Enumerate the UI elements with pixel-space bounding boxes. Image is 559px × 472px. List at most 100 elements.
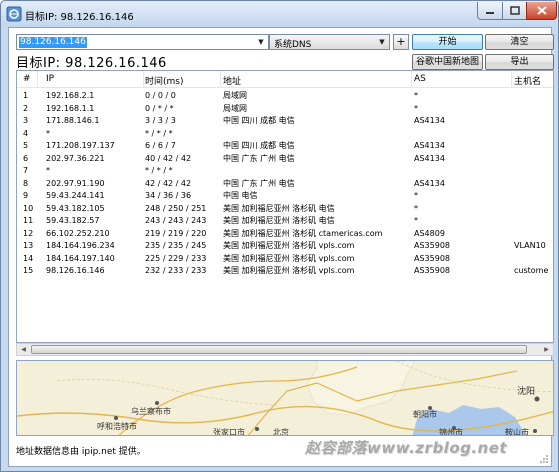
- cell-location: 中国 广东 广州 电信: [223, 153, 295, 163]
- chevron-down-icon[interactable]: ▼: [255, 36, 267, 48]
- cell-location: 中国 电信: [223, 191, 258, 200]
- table-row[interactable]: 4 * * / * / *: [17, 127, 553, 140]
- table-row[interactable]: 6 202.97.36.221 40 / 42 / 42 中国 广东 广州 电信 AS4…: [17, 152, 553, 165]
- table-row[interactable]: 14 184.164.197.140 225 / 229 / 233 美国 加利福尼亚…: [17, 252, 553, 265]
- scrollbar-thumb[interactable]: [31, 345, 527, 354]
- add-dns-button[interactable]: +: [393, 34, 409, 50]
- table-row[interactable]: 10 59.43.182.105 248 / 250 / 251 美国 加利福尼亚州 …: [17, 202, 553, 215]
- table-row[interactable]: 2 192.168.1.1 0 / * / * 局域网 *: [17, 102, 553, 115]
- cell-location: 美国 加利福尼亚州 洛杉矶 vpls.com: [223, 266, 355, 275]
- dns-select[interactable]: 系统DNS ▼: [269, 34, 390, 50]
- map-panel[interactable]: 乌兰察布市 呼和浩特市 张家口市 北京 朝阳市 锦州市 鞍山市 沈阳: [16, 360, 554, 436]
- table-header: # IP 时间(ms) 地址 AS 主机名: [17, 71, 553, 88]
- cell-num: 8: [23, 178, 29, 188]
- dns-select-value: 系统DNS: [274, 40, 312, 50]
- cell-as: AS4134: [414, 153, 445, 163]
- cell-as: AS4809: [414, 228, 445, 238]
- watermark: 赵容部落www.zrblog.net: [305, 439, 508, 457]
- close-button[interactable]: [526, 2, 557, 20]
- cell-host: VLAN10: [514, 241, 546, 250]
- table-row[interactable]: 7 * * / * / *: [17, 164, 553, 177]
- close-icon: [536, 6, 547, 15]
- cell-num: 13: [23, 241, 34, 250]
- resize-grip-icon[interactable]: [539, 454, 549, 464]
- cell-time: 3 / 3 / 3: [145, 116, 176, 125]
- table-row[interactable]: 13 184.164.196.234 235 / 235 / 245 美国 加利福尼亚…: [17, 239, 553, 252]
- cell-location: 局域网: [223, 91, 247, 100]
- column-divider[interactable]: [143, 71, 144, 88]
- cell-as: *: [414, 216, 418, 225]
- cell-ip: 184.164.196.234: [46, 241, 115, 250]
- map-city-label: 北京: [273, 427, 289, 436]
- cell-time: * / * / *: [145, 166, 173, 175]
- maximize-button[interactable]: [502, 2, 527, 20]
- table-row[interactable]: 8 202.97.91.190 42 / 42 / 42 中国 广东 广州 电信 AS4…: [17, 177, 553, 190]
- cell-as: *: [414, 91, 418, 100]
- map-city-label: 张家口市: [213, 427, 245, 436]
- target-input-value[interactable]: 98.126.16.146: [19, 37, 87, 48]
- cell-time: 243 / 243 / 243: [145, 216, 207, 225]
- clear-button[interactable]: 清空: [485, 34, 554, 50]
- table-body: 1 192.168.2.1 0 / 0 / 0 局域网 * 2 192.168.1.1 0 /…: [17, 89, 553, 277]
- target-input[interactable]: 98.126.16.146 ▼: [16, 34, 269, 50]
- column-divider[interactable]: [220, 71, 221, 88]
- minimize-button[interactable]: [477, 2, 503, 20]
- cell-time: 219 / 219 / 220: [145, 228, 207, 238]
- table-row[interactable]: 5 171.208.197.137 6 / 6 / 7 中国 四川 成都 电信 AS41…: [17, 139, 553, 152]
- table-row[interactable]: 9 59.43.244.141 34 / 36 / 36 中国 电信 *: [17, 189, 553, 202]
- cell-time: 6 / 6 / 7: [145, 141, 176, 150]
- cell-time: 248 / 250 / 251: [145, 203, 207, 213]
- horizontal-scrollbar[interactable]: ◀ ▶: [16, 343, 554, 356]
- table-row[interactable]: 11 59.43.182.57 243 / 243 / 243 美国 加利福尼亚州 洛…: [17, 214, 553, 227]
- table-row[interactable]: 15 98.126.16.146 232 / 233 / 233 美国 加利福尼亚州 …: [17, 264, 553, 277]
- column-divider[interactable]: [511, 71, 512, 88]
- cell-as: AS4134: [414, 141, 445, 150]
- map-city-label: 呼和浩特市: [97, 421, 137, 431]
- cell-host: custome: [514, 266, 549, 275]
- column-divider[interactable]: [411, 71, 412, 88]
- cell-num: 15: [23, 266, 34, 275]
- app-icon: [6, 6, 22, 22]
- table-row[interactable]: 1 192.168.2.1 0 / 0 / 0 局域网 *: [17, 89, 553, 102]
- cell-ip: 98.126.16.146: [46, 266, 105, 275]
- scroll-left-icon[interactable]: ◀: [17, 344, 30, 355]
- map-button[interactable]: 谷歌中国新地图: [412, 54, 483, 70]
- table-row[interactable]: 3 171.88.146.1 3 / 3 / 3 中国 四川 成都 电信 AS4134: [17, 114, 553, 127]
- scroll-right-icon[interactable]: ▶: [540, 344, 553, 355]
- export-button[interactable]: 导出: [485, 54, 554, 70]
- map-city-label: 沈阳: [517, 385, 535, 397]
- cell-time: 42 / 42 / 42: [145, 178, 192, 188]
- cell-num: 7: [23, 166, 29, 175]
- column-divider[interactable]: [37, 71, 38, 88]
- map-city-label: 乌兰察布市: [131, 406, 171, 416]
- cell-time: 232 / 233 / 233: [145, 266, 207, 275]
- map-canvas[interactable]: 乌兰察布市 呼和浩特市 张家口市 北京 朝阳市 锦州市 鞍山市 沈阳: [17, 361, 554, 436]
- cell-ip: 59.43.182.57: [46, 216, 100, 225]
- chevron-down-icon[interactable]: ▼: [376, 36, 388, 48]
- cell-location: 美国 加利福尼亚州 洛杉矶 ctamericas.com: [223, 228, 383, 238]
- cell-ip: 59.43.244.141: [46, 191, 105, 200]
- cell-ip: 202.97.36.221: [46, 153, 105, 163]
- cell-time: 225 / 229 / 233: [145, 253, 207, 263]
- cell-ip: 184.164.197.140: [46, 253, 115, 263]
- cell-as: AS35908: [414, 253, 450, 263]
- table-row[interactable]: 12 66.102.252.210 219 / 219 / 220 美国 加利福尼亚州…: [17, 227, 553, 240]
- cell-ip: 202.97.91.190: [46, 178, 105, 188]
- cell-time: 235 / 235 / 245: [145, 241, 207, 250]
- minimize-icon: [486, 11, 494, 14]
- hop-table: # IP 时间(ms) 地址 AS 主机名 1 192.168.2.1 0 / 0 …: [16, 70, 554, 343]
- cell-ip: 171.208.197.137: [46, 141, 115, 150]
- cell-location: 美国 加利福尼亚州 洛杉矶 vpls.com: [223, 241, 355, 250]
- cell-num: 1: [23, 91, 29, 100]
- cell-as: AS35908: [414, 266, 450, 275]
- cell-time: 40 / 42 / 42: [145, 153, 192, 163]
- status-text: 地址数据信息由 ipip.net 提供。: [16, 447, 146, 457]
- cell-time: 0 / * / *: [145, 103, 174, 113]
- title-bar[interactable]: 目标IP: 98.126.16.146: [1, 1, 558, 27]
- map-city-label: 朝阳市: [413, 409, 437, 419]
- cell-location: 中国 四川 成都 电信: [223, 116, 295, 125]
- cell-time: * / * / *: [145, 128, 173, 138]
- start-button[interactable]: 开始: [412, 34, 483, 50]
- cell-location: 中国 四川 成都 电信: [223, 141, 295, 150]
- cell-ip: 192.168.1.1: [46, 103, 95, 113]
